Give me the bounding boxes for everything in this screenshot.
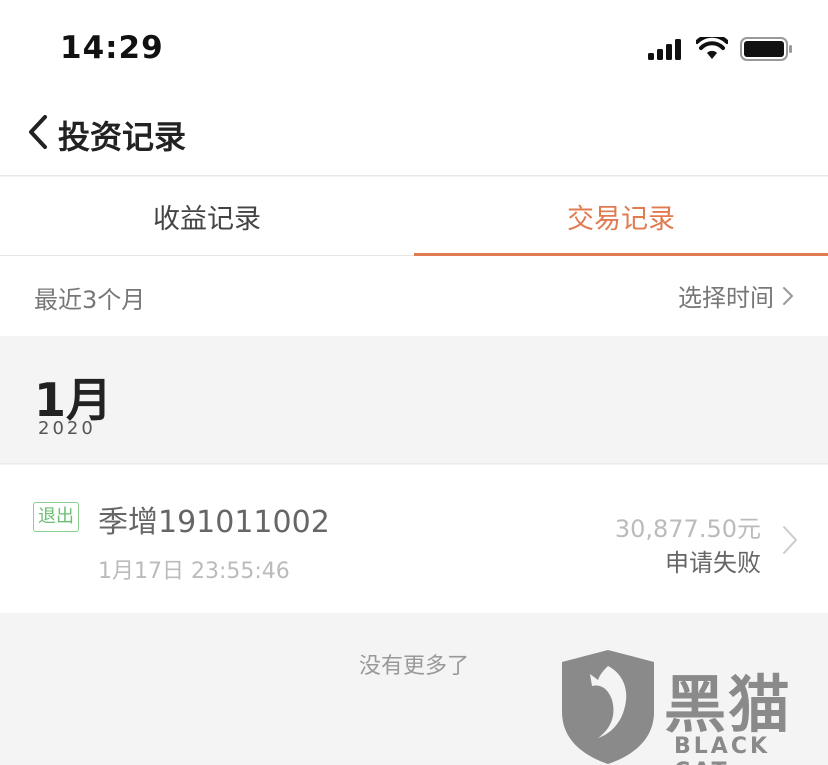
status-time: 14:29 <box>60 30 164 66</box>
year-label: 2020 <box>38 418 96 439</box>
wifi-icon <box>695 33 729 65</box>
record-type-badge: 退出 <box>33 502 79 532</box>
tab-income-records[interactable]: 收益记录 <box>0 177 414 256</box>
status-bar: 14:29 <box>0 0 828 96</box>
back-button[interactable] <box>18 112 58 152</box>
record-row[interactable]: 退出 季增191011002 1月17日 23:55:46 30,877.50元… <box>0 465 828 613</box>
date-range-label: 最近3个月 <box>34 286 146 314</box>
select-time-label: 选择时间 <box>678 284 774 312</box>
month-group-header: 1月 2020 <box>0 336 828 464</box>
record-timestamp: 1月17日 23:55:46 <box>98 559 290 584</box>
cellular-signal-icon <box>648 38 684 64</box>
black-cat-logo-icon <box>562 650 654 764</box>
chevron-left-icon <box>29 115 47 149</box>
tab-bar: 收益记录 交易记录 <box>0 177 828 256</box>
watermark: 黑猫 BLACK CAT <box>556 648 828 765</box>
status-icons <box>648 33 794 66</box>
page-title: 投资记录 <box>58 118 187 156</box>
watermark-subtitle: BLACK CAT <box>674 734 771 765</box>
record-product-name: 季增191011002 <box>98 505 330 540</box>
nav-bar: 投资记录 <box>0 96 828 176</box>
record-status: 申请失败 <box>665 549 761 577</box>
tab-trade-records[interactable]: 交易记录 <box>414 177 828 256</box>
chevron-right-icon <box>783 526 797 554</box>
filter-bar: 最近3个月 选择时间 <box>0 256 828 336</box>
record-amount: 30,877.50元 <box>614 515 761 543</box>
select-time-button[interactable]: 选择时间 <box>678 278 794 313</box>
chevron-right-icon <box>783 286 793 305</box>
watermark-title: 黑猫 <box>664 668 793 741</box>
battery-icon <box>740 36 794 66</box>
